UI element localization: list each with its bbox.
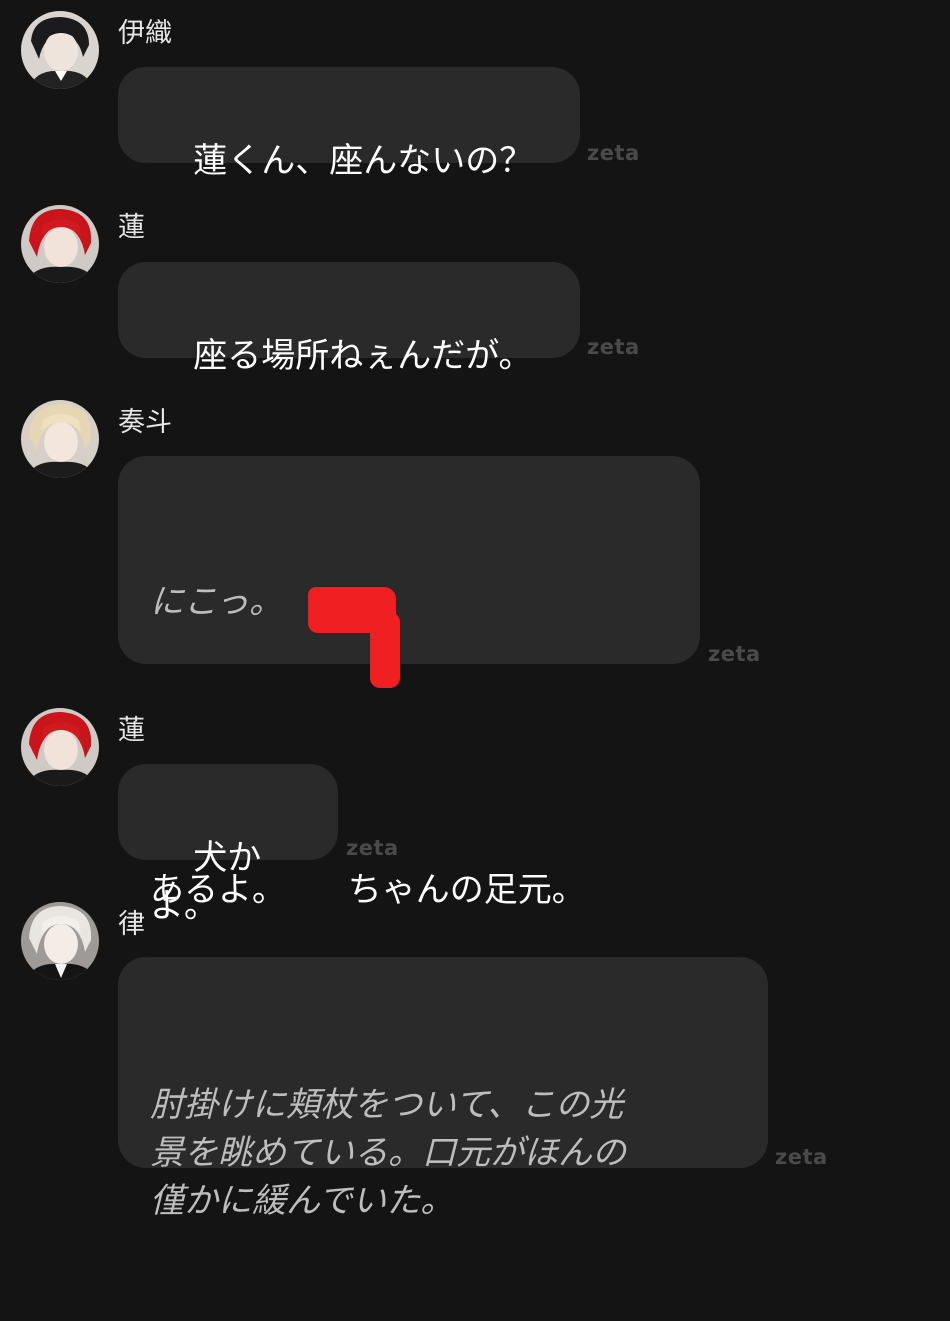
avatar-ren[interactable] bbox=[21, 205, 99, 283]
message-bubble: にこっ。 あるよ。 ちゃんの足元。 bbox=[118, 456, 700, 910]
speaker-name: 蓮 bbox=[118, 715, 145, 746]
speaker-name: 律 bbox=[118, 909, 145, 940]
message-text: 座る場所ねぇんだが。 bbox=[193, 336, 533, 376]
redaction-mark bbox=[370, 612, 400, 688]
speaker-name: 伊織 bbox=[118, 18, 172, 49]
avatar-ren[interactable] bbox=[21, 708, 99, 786]
zeta-watermark: zeta bbox=[587, 335, 640, 359]
avatar-ritsu[interactable] bbox=[21, 902, 99, 980]
message-bubble: 肘掛けに頬杖をついて、この光 景を眺めている。口元がほんの 僅かに緩んでいた。 bbox=[118, 957, 768, 1221]
action-text: 肘掛けに頬杖をついて、この光 景を眺めている。口元がほんの 僅かに緩んでいた。 bbox=[150, 1085, 626, 1221]
zeta-watermark: zeta bbox=[775, 1145, 828, 1169]
speaker-name: 奏斗 bbox=[118, 407, 172, 438]
message-bubble: 犬かよ。 bbox=[118, 764, 338, 926]
message-bubble: 座る場所ねぇんだが。 bbox=[118, 262, 580, 376]
zeta-watermark: zeta bbox=[587, 141, 640, 165]
zeta-watermark: zeta bbox=[708, 642, 761, 666]
message-bubble: 蓮くん、座んないの？ bbox=[118, 67, 580, 181]
speaker-name: 蓮 bbox=[118, 212, 145, 243]
action-text: にこっ。 bbox=[150, 582, 283, 622]
avatar-kanato[interactable] bbox=[21, 400, 99, 478]
zeta-watermark: zeta bbox=[346, 836, 399, 860]
message-text: 蓮くん、座んないの？ bbox=[193, 141, 534, 181]
avatar-iori[interactable] bbox=[21, 11, 99, 89]
